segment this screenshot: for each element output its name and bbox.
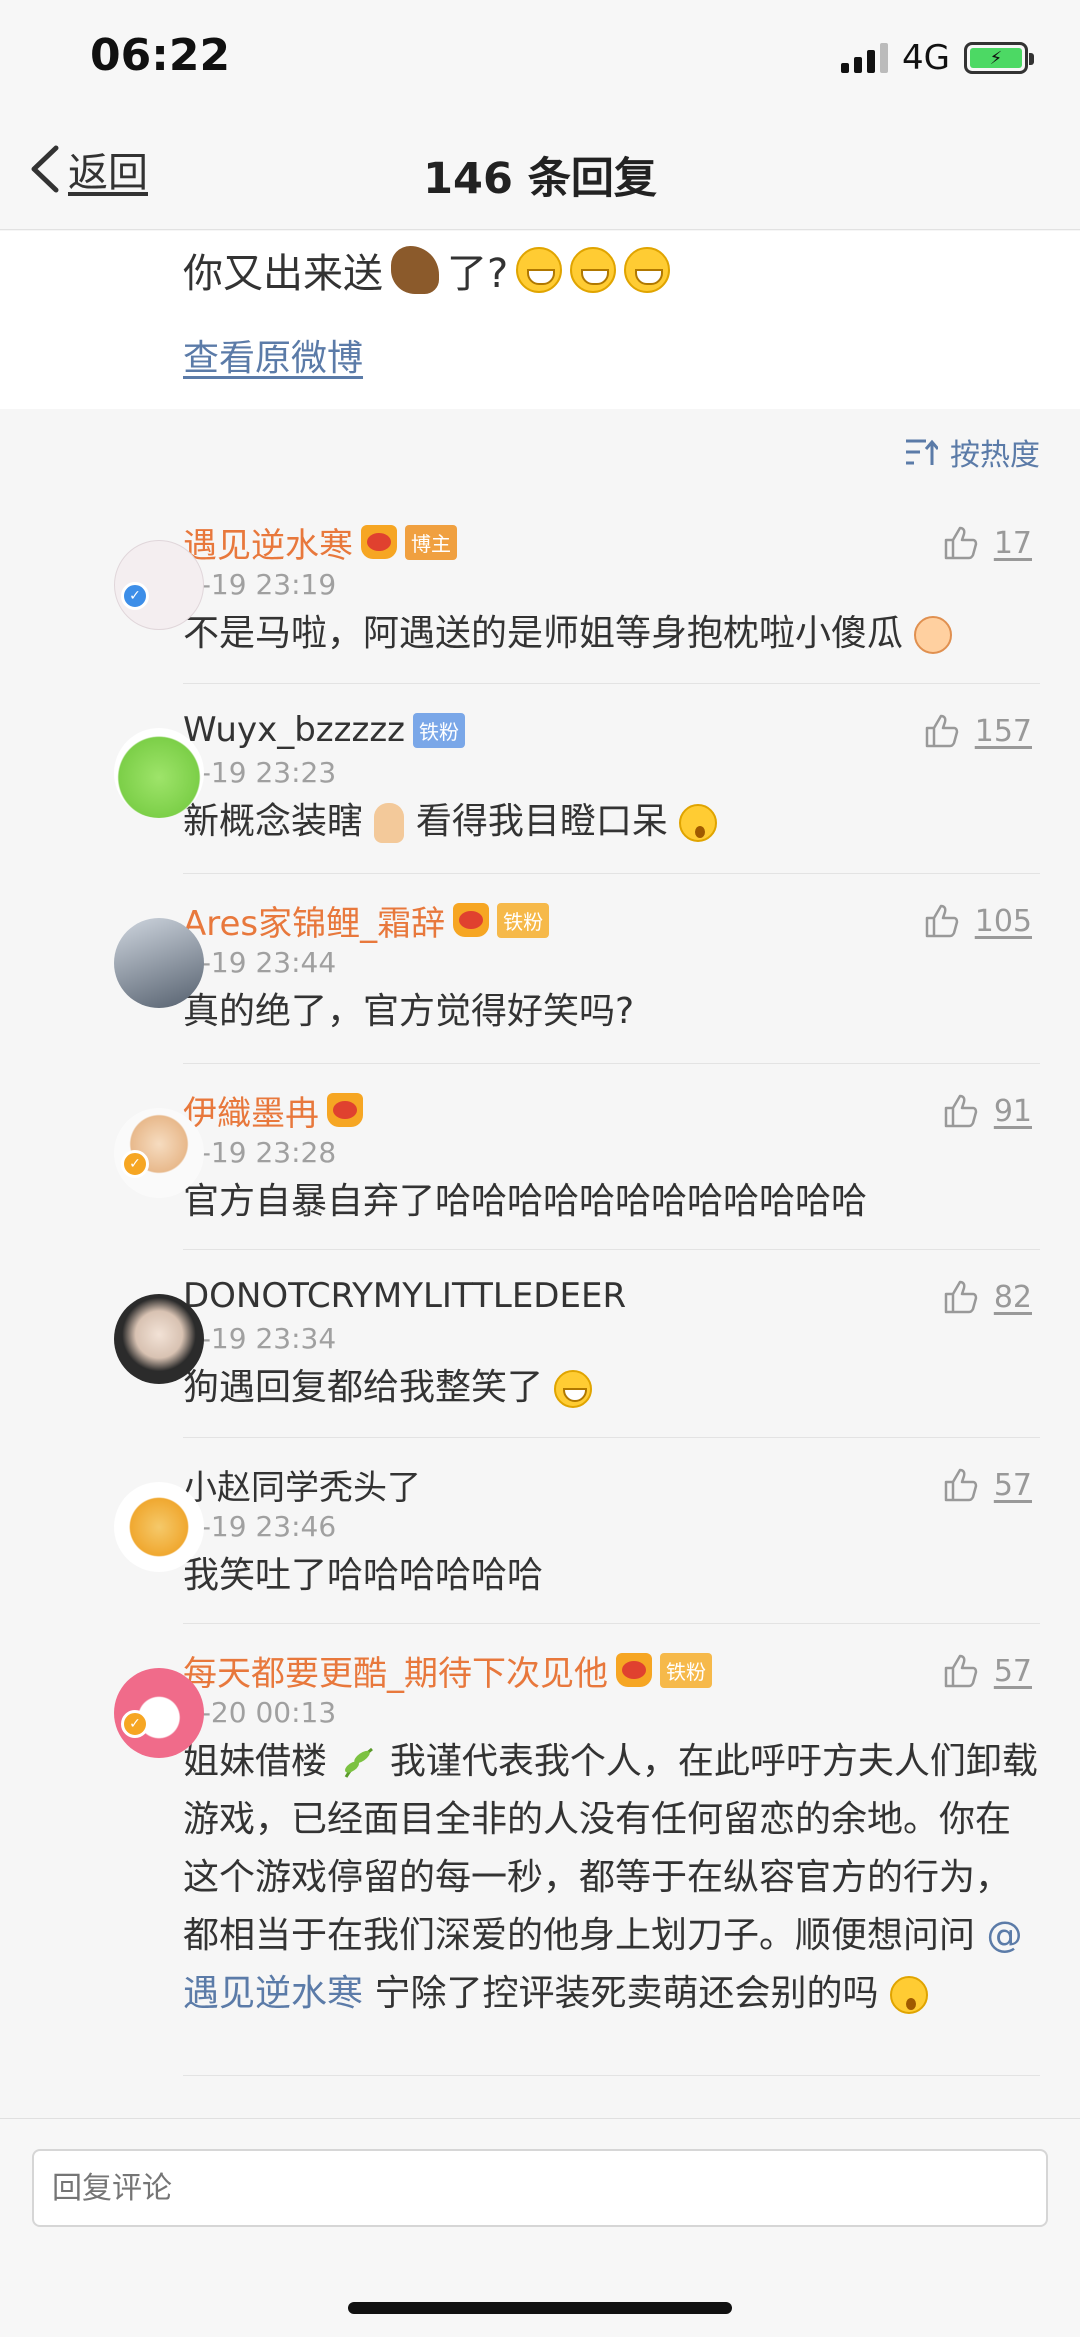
fan-tag: 铁粉 [660, 1652, 712, 1688]
sort-icon [906, 439, 938, 465]
timestamp: 1-19 23:46 [183, 1510, 337, 1543]
like-count: 105 [974, 903, 1032, 939]
comment-text: 我笑吐了哈哈哈哈哈哈 [183, 1555, 544, 1596]
status-icons: 4G ⚡ [841, 38, 1034, 78]
like-count: 91 [993, 1093, 1032, 1129]
verified-badge-icon: ✓ [121, 582, 149, 610]
thumbs-up-icon [925, 904, 958, 938]
comment-item: 小赵同学秃头了 1-19 23:46 我笑吐了哈哈哈哈哈哈 57 [0, 1438, 1080, 1624]
like-button[interactable]: 105 [923, 902, 1032, 940]
avatar[interactable]: ✓ [57, 518, 204, 630]
avatar[interactable]: ✓ [57, 1646, 204, 1758]
sort-by-hot-button[interactable]: 按热度 [904, 430, 1040, 474]
crown-icon [327, 1093, 363, 1127]
reply-input[interactable] [32, 2149, 1048, 2227]
username[interactable]: Ares家锦鲤_霜辞 [183, 896, 445, 945]
username[interactable]: 小赵同学秃头了 [183, 1460, 421, 1509]
thumbs-up-icon [944, 1280, 978, 1314]
avatar[interactable] [57, 896, 204, 1008]
page-title: 146 条回复 [423, 154, 657, 204]
comment-text: 姐妹借楼 我谨代表我个人，在此呼吁方夫人们卸载游戏，已经面目全非的人没有任何留恋… [183, 1741, 1038, 2014]
like-count: 57 [993, 1467, 1032, 1503]
like-count: 57 [993, 1653, 1032, 1689]
thumbs-up-icon [944, 1094, 978, 1128]
comment-item: ✓ 每天都要更酷_期待下次见他 铁粉 1-20 00:13 姐妹借楼 我谨代表我… [0, 1624, 1080, 2076]
comment-text: 真的绝了，官方觉得好笑吗? [183, 991, 635, 1032]
thumbs-up-icon [925, 714, 958, 748]
crown-icon [453, 903, 490, 937]
timestamp: 1-19 23:19 [183, 568, 337, 601]
avatar[interactable]: ✓ [57, 1086, 204, 1198]
horse-emoji-icon [391, 246, 439, 294]
crown-icon [616, 1653, 652, 1687]
view-original-link[interactable]: 查看原微博 [183, 329, 363, 381]
like-button[interactable]: 157 [923, 712, 1032, 750]
username[interactable]: 每天都要更酷_期待下次见他 [183, 1646, 608, 1695]
timestamp: 1-19 23:34 [183, 1322, 337, 1355]
like-button[interactable]: 82 [942, 1278, 1032, 1316]
original-post: 你又出来送 了? 查看原微博 [0, 231, 1080, 409]
comment-text: 新概念装瞎 看得我目瞪口呆 [183, 789, 1040, 865]
post-text: 你又出来送 了? [183, 241, 671, 299]
avatar[interactable] [57, 706, 204, 818]
like-button[interactable]: 57 [942, 1466, 1032, 1504]
signal-icon [841, 43, 889, 73]
surprised-emoji-icon [679, 804, 718, 842]
username[interactable]: Wuyx_bzzzzz [183, 710, 405, 750]
grin-emoji-icon [516, 247, 563, 293]
like-button[interactable]: 57 [942, 1652, 1032, 1690]
comment-item: Ares家锦鲤_霜辞 铁粉 1-19 23:44 真的绝了，官方觉得好笑吗? 1… [0, 874, 1080, 1064]
username[interactable]: 遇见逆水寒 [183, 518, 353, 567]
grin-emoji-icon [624, 247, 671, 293]
like-count: 82 [993, 1279, 1032, 1315]
thumbs-up-icon [944, 1468, 978, 1502]
like-button[interactable]: 91 [942, 1092, 1032, 1130]
comment-item: ✓ 遇见逆水寒 博主 1-19 23:19 不是马啦，阿遇送的是师姐等身抱枕啦小… [0, 496, 1080, 684]
comment-list: ✓ 遇见逆水寒 博主 1-19 23:19 不是马啦，阿遇送的是师姐等身抱枕啦小… [0, 496, 1080, 2076]
thinking-emoji-icon [889, 1976, 928, 2014]
home-indicator[interactable] [348, 2302, 732, 2314]
verified-badge-icon: ✓ [121, 1710, 149, 1738]
comment-text: 狗遇回复都给我整笑了 [183, 1355, 1040, 1431]
network-label: 4G [902, 38, 950, 78]
username[interactable]: 伊織墨冉 [183, 1086, 319, 1135]
timestamp: 1-20 00:13 [183, 1696, 337, 1729]
like-count: 17 [993, 525, 1032, 561]
sort-label: 按热度 [950, 438, 1040, 473]
like-button[interactable]: 17 [942, 524, 1032, 562]
comment-text: 官方自暴自弃了哈哈哈哈哈哈哈哈哈哈哈哈 [183, 1181, 868, 1222]
battery-icon: ⚡ [964, 42, 1034, 74]
avatar[interactable] [57, 1460, 204, 1572]
shy-emoji-icon [914, 616, 953, 654]
fan-tag: 铁粉 [413, 712, 466, 748]
thumbs-up-icon [944, 1654, 978, 1688]
status-time: 06:22 [90, 30, 231, 81]
thumbs-up-icon [944, 526, 978, 560]
sprout-emoji-icon [345, 1747, 374, 1778]
timestamp: 1-19 23:44 [183, 946, 337, 979]
thumbs-up-emoji-icon [374, 803, 405, 843]
verified-badge-icon: ✓ [121, 1150, 149, 1178]
grin-emoji-icon [554, 1370, 593, 1408]
comment-item: Wuyx_bzzzzz 铁粉 1-19 23:23 新概念装瞎 看得我目瞪口呆 … [0, 684, 1080, 874]
comment-item: ✓ 伊織墨冉 1-19 23:28 官方自暴自弃了哈哈哈哈哈哈哈哈哈哈哈哈 91 [0, 1064, 1080, 1250]
avatar[interactable] [57, 1272, 204, 1384]
username[interactable]: DONOTCRYMYLITTLEDEER [183, 1276, 626, 1316]
host-tag: 博主 [405, 524, 457, 560]
grin-emoji-icon [570, 247, 617, 293]
top-bar: 06:22 4G ⚡ 返回 146 条回复 [0, 0, 1080, 230]
like-count: 157 [974, 713, 1032, 749]
fan-tag: 铁粉 [497, 902, 550, 938]
timestamp: 1-19 23:23 [183, 756, 337, 789]
comment-item: DONOTCRYMYLITTLEDEER 1-19 23:34 狗遇回复都给我整… [0, 1250, 1080, 1438]
comment-text: 不是马啦，阿遇送的是师姐等身抱枕啦小傻瓜 [183, 601, 1040, 677]
crown-icon [361, 525, 397, 559]
timestamp: 1-19 23:28 [183, 1136, 337, 1169]
